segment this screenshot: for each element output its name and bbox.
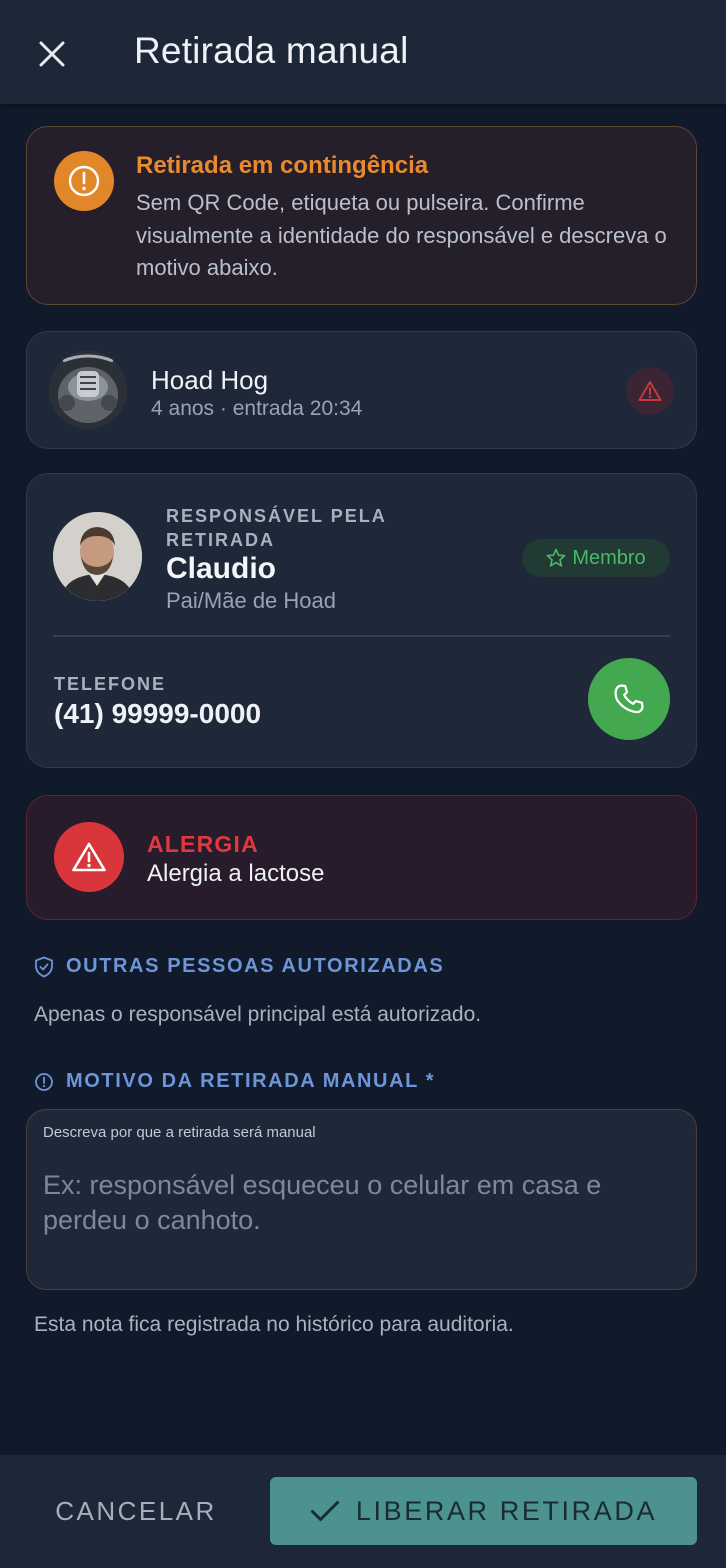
allergy-card: ALERGIA Alergia a lactose xyxy=(26,795,697,920)
reason-section-header: MOTIVO DA RETIRADA MANUAL * xyxy=(34,1070,435,1093)
manual-pickup-screen: Retirada manual Retirada em contingência… xyxy=(0,0,726,1568)
divider xyxy=(53,635,670,637)
reason-note: Esta nota fica registrada no histórico p… xyxy=(34,1313,514,1336)
shield-icon xyxy=(35,956,53,977)
contingency-warning-card: Retirada em contingência Sem QR Code, et… xyxy=(26,126,697,305)
guardian-label: RESPONSÁVEL PELA RETIRADA xyxy=(166,506,387,550)
child-card: Hoad Hog 4 anos · entrada 20:34 xyxy=(26,331,697,449)
contingency-text: Sem QR Code, etiqueta ou pulseira. Confi… xyxy=(136,190,667,280)
guardian-relation: Pai/Mãe de Hoad xyxy=(166,588,336,613)
reason-field[interactable]: Descreva por que a retirada será manual xyxy=(26,1109,697,1290)
cancel-button[interactable]: CANCELAR xyxy=(30,1477,242,1545)
phone-number: (41) 99999-0000 xyxy=(54,698,262,729)
allergy-text: Alergia a lactose xyxy=(147,860,325,887)
allergy-title: ALERGIA xyxy=(147,831,259,857)
action-footer: CANCELAR LIBERAR RETIRADA xyxy=(0,1455,726,1568)
warning-triangle-icon xyxy=(54,822,124,892)
reason-section-title: MOTIVO DA RETIRADA MANUAL * xyxy=(66,1070,436,1092)
authorized-section-header: OUTRAS PESSOAS AUTORIZADAS xyxy=(34,955,444,978)
info-circle-icon xyxy=(35,1072,53,1091)
member-badge: Membro xyxy=(522,539,670,577)
guardian-name: Claudio xyxy=(166,552,276,585)
close-button[interactable] xyxy=(30,32,74,76)
release-pickup-label: LIBERAR RETIRADA xyxy=(355,1495,658,1526)
star-icon xyxy=(546,548,566,567)
guardian-avatar xyxy=(53,512,142,601)
child-avatar xyxy=(49,351,127,429)
member-badge-label: Membro xyxy=(572,546,646,569)
call-button[interactable] xyxy=(588,658,670,740)
reason-field-label: Descreva por que a retirada será manual xyxy=(43,1124,316,1141)
authorized-text: Apenas o responsável principal está auto… xyxy=(34,1003,482,1026)
reason-input[interactable] xyxy=(43,1168,673,1278)
phone-icon xyxy=(614,684,644,714)
checkmark-icon xyxy=(310,1501,339,1521)
phone-label: TELEFONE xyxy=(54,674,167,694)
authorized-section-title: OUTRAS PESSOAS AUTORIZADAS xyxy=(66,955,445,977)
child-alert-button[interactable] xyxy=(626,367,674,415)
guardian-card: RESPONSÁVEL PELA RETIRADA Claudio Pai/Mã… xyxy=(26,473,697,768)
child-name: Hoad Hog xyxy=(151,365,269,395)
close-icon xyxy=(39,41,65,67)
release-pickup-button[interactable]: LIBERAR RETIRADA xyxy=(270,1477,697,1545)
contingency-title: Retirada em contingência xyxy=(136,152,429,179)
app-header: Retirada manual xyxy=(0,0,726,104)
warning-triangle-icon xyxy=(638,381,662,401)
info-circle-icon xyxy=(54,151,114,211)
page-title: Retirada manual xyxy=(134,30,409,71)
child-meta: 4 anos · entrada 20:34 xyxy=(151,397,363,420)
